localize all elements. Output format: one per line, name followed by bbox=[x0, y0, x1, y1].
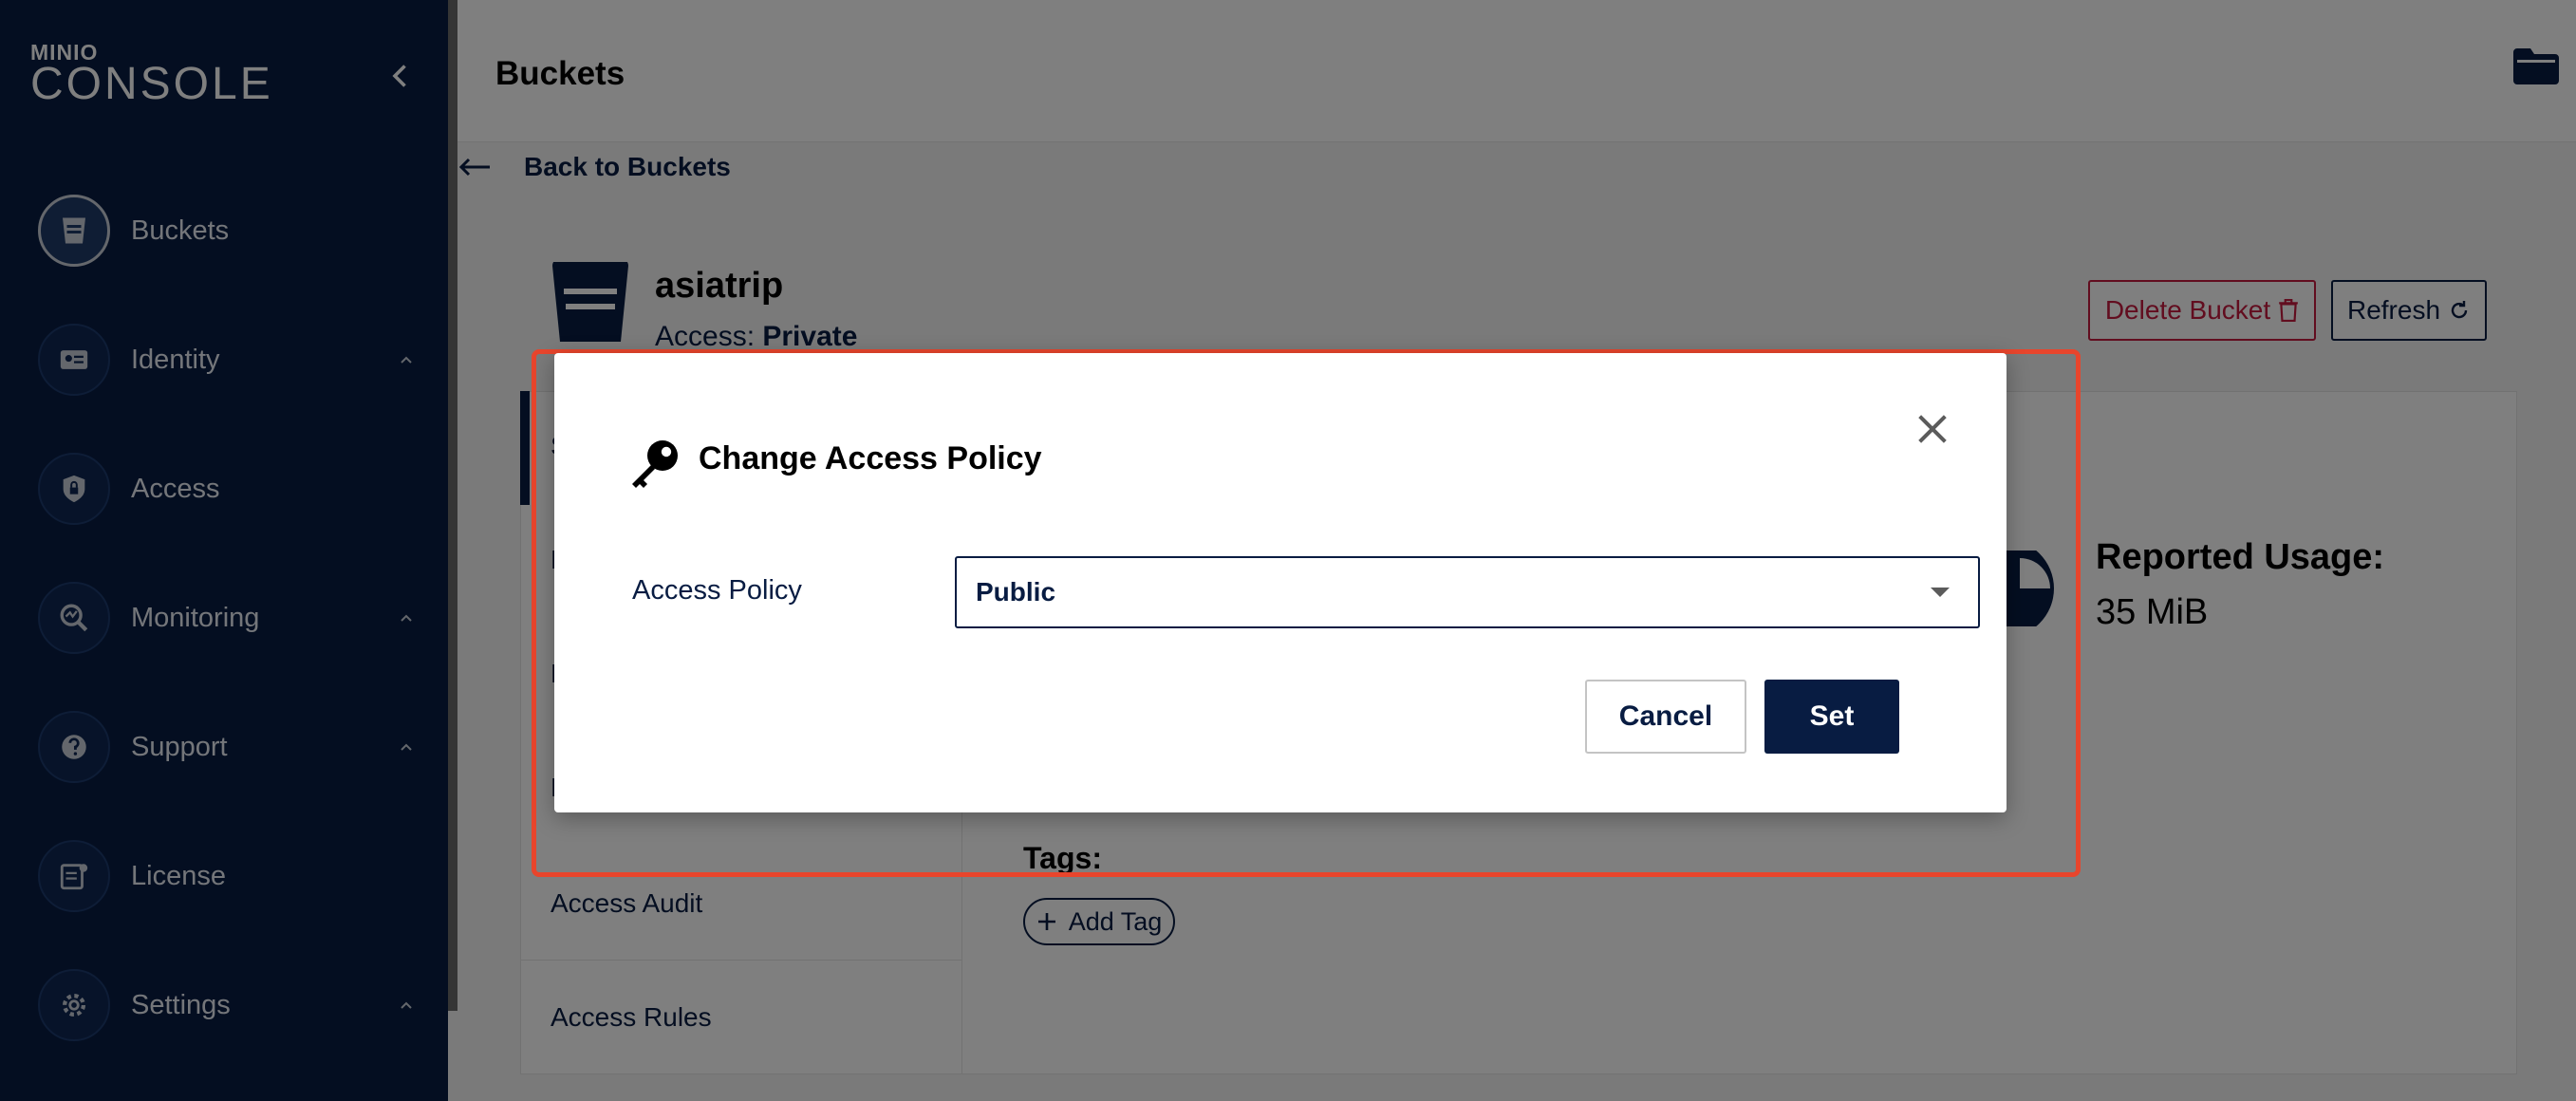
cancel-button[interactable]: Cancel bbox=[1585, 680, 1746, 754]
key-icon bbox=[632, 440, 678, 488]
dialog-title: Change Access Policy bbox=[699, 440, 1042, 476]
access-policy-select[interactable]: Public bbox=[955, 556, 1980, 628]
selected-policy-value: Public bbox=[976, 577, 1056, 606]
set-button[interactable]: Set bbox=[1764, 680, 1899, 754]
access-policy-label: Access Policy bbox=[632, 575, 802, 606]
caret-down-icon bbox=[1931, 588, 1950, 597]
change-access-policy-dialog: Change Access Policy Access Policy Publi… bbox=[554, 353, 2007, 812]
close-icon[interactable] bbox=[1913, 410, 1951, 448]
